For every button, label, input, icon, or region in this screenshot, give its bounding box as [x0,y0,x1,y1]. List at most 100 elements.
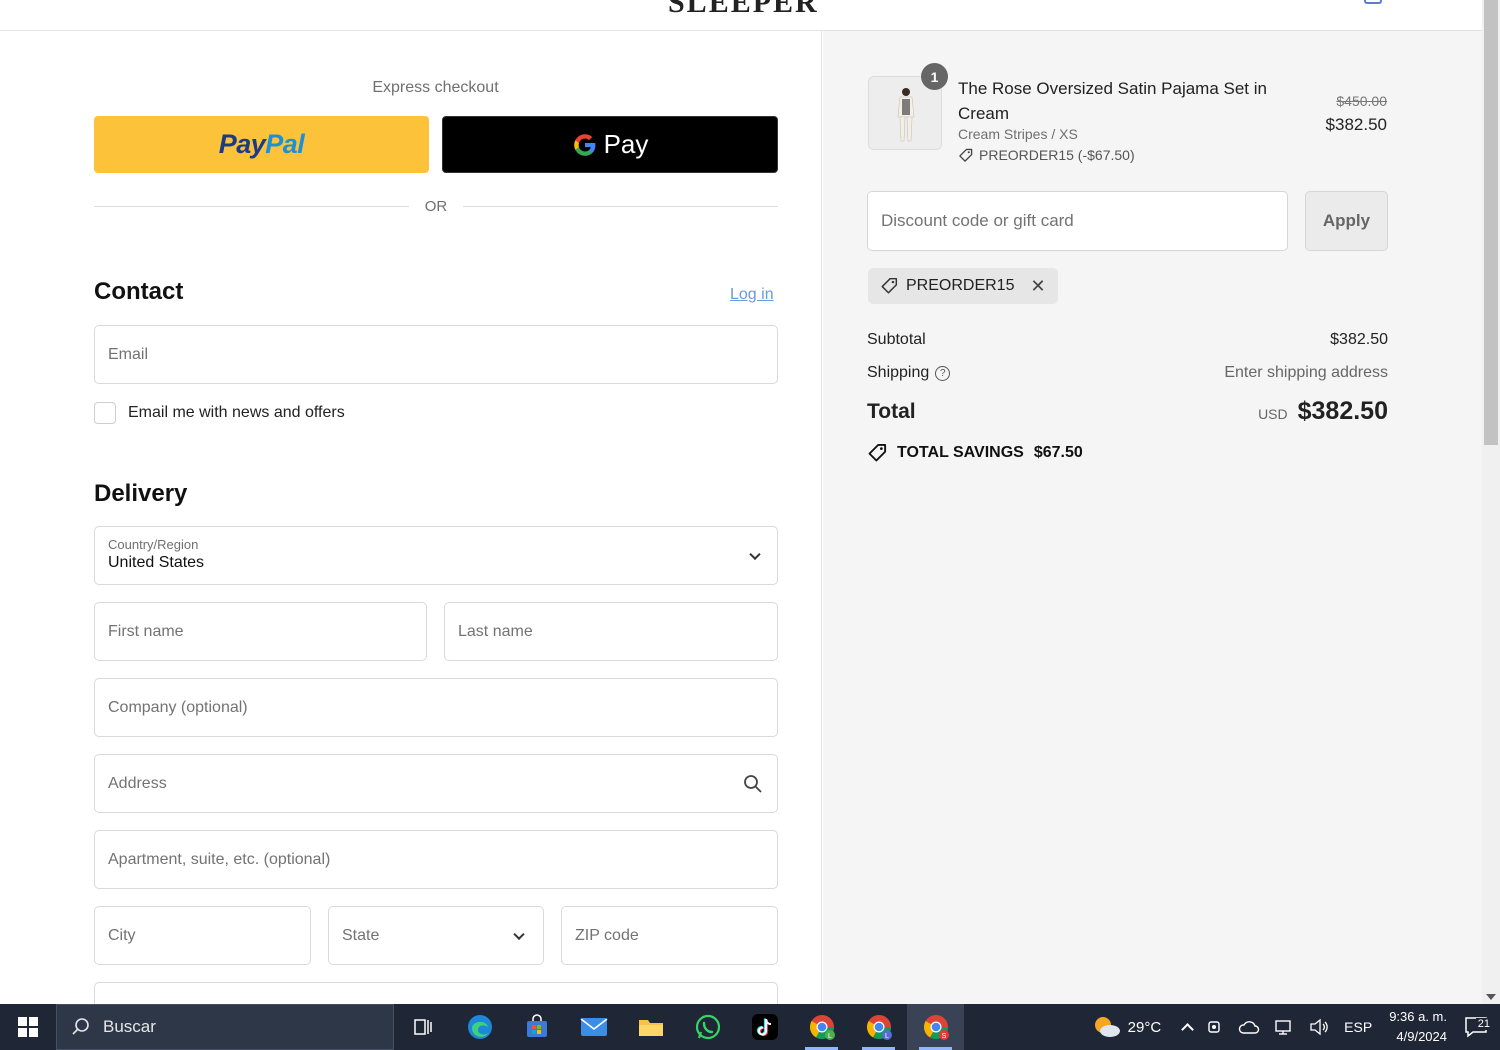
taskbar-search-label: Buscar [103,1017,156,1036]
total-value: $382.50 [1297,397,1388,425]
address-field[interactable] [94,754,778,813]
profile-badge: S [941,1033,946,1040]
system-tray: 29°C ESP 9:36 a. m. 4/9/2024 21 [1085,1004,1500,1050]
volume-icon[interactable] [1301,1018,1337,1036]
taskbar-search[interactable]: Buscar [56,1004,394,1050]
show-hidden-icons[interactable] [1176,1020,1199,1036]
clock-date: 4/9/2024 [1396,1029,1447,1044]
search-icon[interactable] [743,774,763,794]
product-variant: Cream Stripes / XS [958,126,1078,142]
news-checkbox[interactable] [94,402,116,424]
store-app[interactable] [508,1004,565,1050]
company-field[interactable] [94,678,778,737]
task-view-button[interactable] [394,1004,451,1050]
chevron-down-icon [513,928,525,940]
total-currency: USD [1258,406,1288,422]
product-discount-label: PREORDER15 (-$67.50) [979,147,1135,163]
chrome-app-profile-3[interactable]: S [907,1004,964,1050]
scroll-down-arrow-icon[interactable] [1486,994,1496,1000]
shipping-value: Enter shipping address [1224,364,1388,381]
weather-widget[interactable]: 29°C [1085,1014,1169,1040]
mail-app[interactable] [565,1004,622,1050]
taskbar-clock[interactable]: 9:36 a. m. 4/9/2024 [1379,1007,1457,1047]
chrome-icon: S [923,1015,949,1040]
tag-icon [868,443,887,462]
edge-app[interactable] [451,1004,508,1050]
city-input[interactable] [108,926,297,945]
apartment-field[interactable] [94,830,778,889]
total-savings: TOTAL SAVINGS $67.50 [867,443,1083,463]
or-divider: OR [94,195,778,217]
total-row: Total USD $382.50 [867,397,1388,426]
subtotal-row: Subtotal $382.50 [867,331,1388,349]
paypal-button[interactable]: PayPal [94,116,429,173]
tiktok-icon [751,1014,778,1040]
zip-field[interactable] [561,906,778,965]
email-field[interactable] [94,325,778,384]
login-link[interactable]: Log in [730,286,774,304]
paypal-logo: PayPal [218,129,305,159]
search-icon [72,1018,89,1035]
notification-center[interactable]: 21 [1457,1016,1500,1038]
address-input[interactable] [108,774,764,793]
discount-code-input[interactable] [881,211,1274,231]
tag-icon [959,148,973,162]
start-button[interactable] [0,1004,56,1050]
news-checkbox-label: Email me with news and offers [128,404,345,421]
last-name-input[interactable] [458,622,764,641]
company-input[interactable] [108,698,764,717]
quantity-badge: 1 [921,63,948,90]
scrollbar-thumb[interactable] [1484,0,1498,445]
first-name-input[interactable] [108,622,413,641]
state-select-label: State [342,926,380,944]
onedrive-icon[interactable] [1231,1019,1267,1035]
chrome-app-profile-2[interactable]: L [850,1004,907,1050]
order-summary: 1 The Rose Oversized Satin Pajama Set in… [823,31,1482,1004]
store-header: SLEEPER [0,0,1482,31]
store-logo[interactable]: SLEEPER [668,0,819,20]
email-input[interactable] [108,345,764,364]
express-checkout-title: Express checkout [372,79,499,96]
apply-button[interactable]: Apply [1305,191,1388,251]
cart-icon[interactable] [1364,0,1382,4]
country-select[interactable]: Country/Region United States [94,526,778,585]
windows-taskbar: Buscar L L S 29°C ESP 9:36 a. m. 4/9/202… [0,1004,1500,1050]
google-pay-button[interactable]: Pay [442,116,778,173]
chrome-icon: L [809,1015,835,1040]
profile-badge: L [828,1033,832,1040]
google-g-icon [573,133,595,156]
contact-heading: Contact [94,278,184,305]
remove-code-icon[interactable]: ✕ [1030,276,1045,297]
delivery-heading: Delivery [94,480,188,507]
country-select-value: United States [108,554,205,571]
current-price: $382.50 [1325,115,1387,134]
chrome-icon: L [866,1015,892,1040]
help-icon[interactable]: ? [935,365,951,381]
whatsapp-app[interactable] [679,1004,736,1050]
page-scrollbar[interactable] [1482,0,1500,1004]
country-select-label: Country/Region [108,537,199,552]
store-icon [526,1014,547,1037]
zip-input[interactable] [575,926,764,945]
tiktok-app[interactable] [736,1004,793,1050]
apartment-input[interactable] [108,850,764,869]
meet-now-icon[interactable] [1199,1018,1231,1036]
last-name-field[interactable] [444,602,778,661]
applied-code-chip: PREORDER15 ✕ [868,268,1058,304]
language-indicator[interactable]: ESP [1337,1019,1379,1035]
savings-label: TOTAL SAVINGS [897,444,1024,461]
phone-field[interactable] [94,982,778,1004]
discount-code-field[interactable] [867,191,1288,251]
task-view-icon [413,1019,432,1035]
state-select[interactable]: State [328,906,544,965]
city-field[interactable] [94,906,311,965]
chevron-up-icon [1181,1023,1195,1036]
first-name-field[interactable] [94,602,427,661]
clock-time: 9:36 a. m. [1389,1009,1447,1024]
chrome-app-profile-1[interactable]: L [793,1004,850,1050]
network-icon[interactable] [1267,1018,1301,1036]
news-opt-in: Email me with news and offers [94,402,345,424]
or-label: OR [424,197,448,215]
file-explorer-app[interactable] [622,1004,679,1050]
tag-icon [881,277,898,294]
